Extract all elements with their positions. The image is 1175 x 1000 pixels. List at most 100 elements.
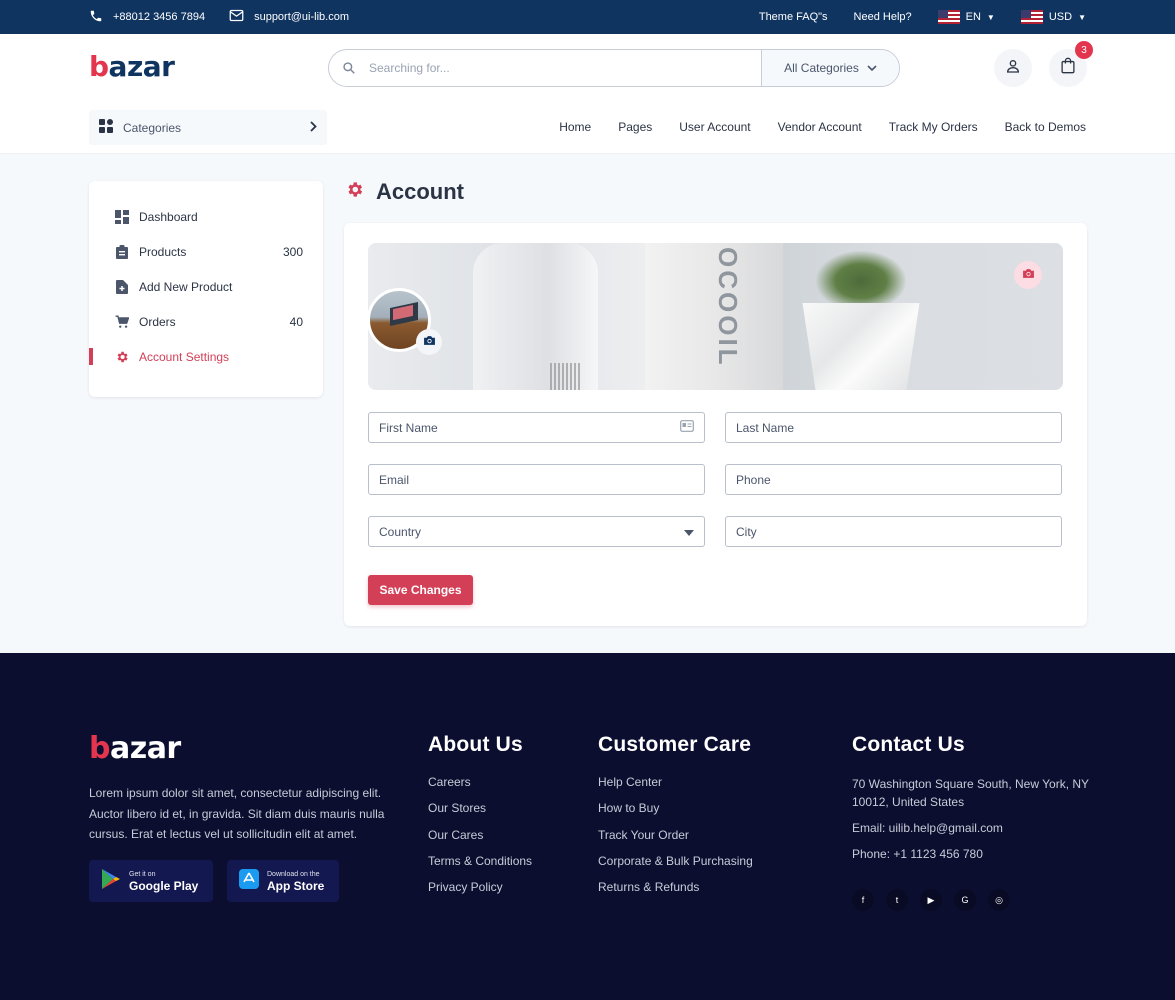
need-help-link[interactable]: Need Help? xyxy=(854,11,912,23)
sidebar-item-account-settings[interactable]: Account Settings xyxy=(89,339,323,374)
app-store-big: App Store xyxy=(267,878,325,893)
footer: bazar Lorem ipsum dolor sit amet, consec… xyxy=(0,653,1175,1000)
chevron-down-icon xyxy=(867,61,877,75)
change-avatar-button[interactable] xyxy=(416,329,442,355)
grid-icon xyxy=(99,119,113,136)
main-nav: Home Pages User Account Vendor Account T… xyxy=(559,120,1086,134)
cart-button[interactable]: 3 xyxy=(1049,41,1093,87)
last-name-input[interactable] xyxy=(736,420,1051,435)
footer-link-returns[interactable]: Returns & Refunds xyxy=(598,880,753,906)
us-flag-icon xyxy=(1020,10,1043,24)
footer-logo-text: azar xyxy=(109,731,181,766)
language-label: EN xyxy=(965,11,981,23)
save-changes-button[interactable]: Save Changes xyxy=(368,575,473,605)
cover-image: OCOOIL xyxy=(368,243,1063,390)
nav-back-to-demos[interactable]: Back to Demos xyxy=(1005,120,1086,134)
facebook-icon[interactable]: f xyxy=(852,889,874,911)
footer-link-track-order[interactable]: Track Your Order xyxy=(598,828,753,854)
country-select[interactable]: Country xyxy=(368,516,705,547)
gear-icon xyxy=(115,350,129,364)
nav-user-account[interactable]: User Account xyxy=(679,120,750,134)
footer-contact: Contact Us 70 Washington Square South, N… xyxy=(852,733,1092,871)
search-input[interactable] xyxy=(369,61,761,75)
app-store-button[interactable]: Download on the App Store xyxy=(227,860,339,902)
contact-address: 70 Washington Square South, New York, NY… xyxy=(852,777,1089,809)
footer-link-help-center[interactable]: Help Center xyxy=(598,775,753,801)
chevron-right-icon xyxy=(310,120,317,135)
currency-selector[interactable]: USD ▼ xyxy=(1020,10,1086,24)
chevron-down-icon: ▼ xyxy=(986,12,995,22)
nav-vendor-account[interactable]: Vendor Account xyxy=(778,120,862,134)
google-icon[interactable]: G xyxy=(954,889,976,911)
logo[interactable]: bazar xyxy=(89,50,175,83)
country-select-label: Country xyxy=(379,524,422,539)
email-input[interactable] xyxy=(379,472,694,487)
categories-button[interactable]: Categories xyxy=(89,110,327,145)
sidebar-item-orders[interactable]: Orders 40 xyxy=(89,304,323,339)
support-email: support@ui-lib.com xyxy=(254,11,350,23)
first-name-field xyxy=(368,412,705,443)
nav-pages[interactable]: Pages xyxy=(618,120,652,134)
footer-about: About Us Careers Our Stores Our Cares Te… xyxy=(428,733,532,906)
clipboard-icon xyxy=(115,244,129,259)
cover-brand-text: OCOOIL xyxy=(713,247,743,368)
category-dropdown[interactable]: All Categories xyxy=(761,50,899,86)
language-selector[interactable]: EN ▼ xyxy=(937,10,995,24)
theme-faq-link[interactable]: Theme FAQ"s xyxy=(759,11,828,23)
email-field xyxy=(368,464,705,495)
footer-link-terms[interactable]: Terms & Conditions xyxy=(428,854,532,880)
mail-icon xyxy=(229,9,244,25)
nav-home[interactable]: Home xyxy=(559,120,591,134)
file-add-icon xyxy=(115,279,129,294)
phone-field xyxy=(725,464,1062,495)
first-name-input[interactable] xyxy=(379,420,680,435)
youtube-icon[interactable]: ▶ xyxy=(920,889,942,911)
google-play-big: Google Play xyxy=(129,878,199,893)
search-bar: All Categories xyxy=(328,49,900,87)
footer-link-how-to-buy[interactable]: How to Buy xyxy=(598,801,753,827)
instagram-icon[interactable]: ◎ xyxy=(988,889,1010,911)
category-dropdown-label: All Categories xyxy=(784,61,859,75)
google-play-small: Get it on xyxy=(129,870,156,878)
phone-number: +88012 3456 7894 xyxy=(113,11,206,23)
logo-text: azar xyxy=(108,50,175,83)
cart-icon xyxy=(115,314,129,329)
contact-card-icon xyxy=(680,420,694,435)
nav-track-orders[interactable]: Track My Orders xyxy=(889,120,978,134)
sidebar-item-add-product[interactable]: Add New Product xyxy=(89,269,323,304)
footer-logo[interactable]: bazar xyxy=(89,731,181,766)
city-field xyxy=(725,516,1062,547)
twitter-icon[interactable]: t xyxy=(886,889,908,911)
change-cover-button[interactable] xyxy=(1014,261,1042,289)
footer-link-careers[interactable]: Careers xyxy=(428,775,532,801)
footer-about-title: About Us xyxy=(428,733,523,756)
currency-label: USD xyxy=(1048,11,1073,23)
footer-link-cares[interactable]: Our Cares xyxy=(428,828,532,854)
phone-input[interactable] xyxy=(736,472,1051,487)
footer-description: Lorem ipsum dolor sit amet, consectetur … xyxy=(89,786,385,841)
footer-link-privacy[interactable]: Privacy Policy xyxy=(428,880,532,906)
chevron-down-icon: ▼ xyxy=(1078,12,1086,22)
sidebar-item-label: Products xyxy=(139,244,187,259)
footer-care-title: Customer Care xyxy=(598,733,752,756)
footer-customer-care: Customer Care Help Center How to Buy Tra… xyxy=(598,733,753,906)
account-card: OCOOIL Country xyxy=(344,223,1087,626)
user-account-button[interactable] xyxy=(994,49,1032,87)
footer-link-bulk[interactable]: Corporate & Bulk Purchasing xyxy=(598,854,753,880)
contact-email: Email: uilib.help@gmail.com xyxy=(852,821,1003,835)
products-count: 300 xyxy=(282,244,303,259)
google-play-button[interactable]: Get it on Google Play xyxy=(89,860,213,902)
gear-icon xyxy=(345,179,364,205)
top-bar: +88012 3456 7894 support@ui-lib.com Them… xyxy=(0,0,1175,34)
last-name-field xyxy=(725,412,1062,443)
page-title: Account xyxy=(345,179,464,205)
city-input[interactable] xyxy=(736,524,1051,539)
header: bazar All Categories 3 Categories xyxy=(0,34,1175,154)
sidebar-item-products[interactable]: Products 300 xyxy=(89,234,323,269)
footer-link-stores[interactable]: Our Stores xyxy=(428,801,532,827)
vendor-sidebar: Dashboard Products 300 Add New Product O… xyxy=(89,181,323,397)
search-icon xyxy=(329,61,369,75)
sidebar-item-dashboard[interactable]: Dashboard xyxy=(89,199,323,234)
sidebar-item-label: Dashboard xyxy=(139,209,198,224)
user-icon xyxy=(1005,58,1021,79)
